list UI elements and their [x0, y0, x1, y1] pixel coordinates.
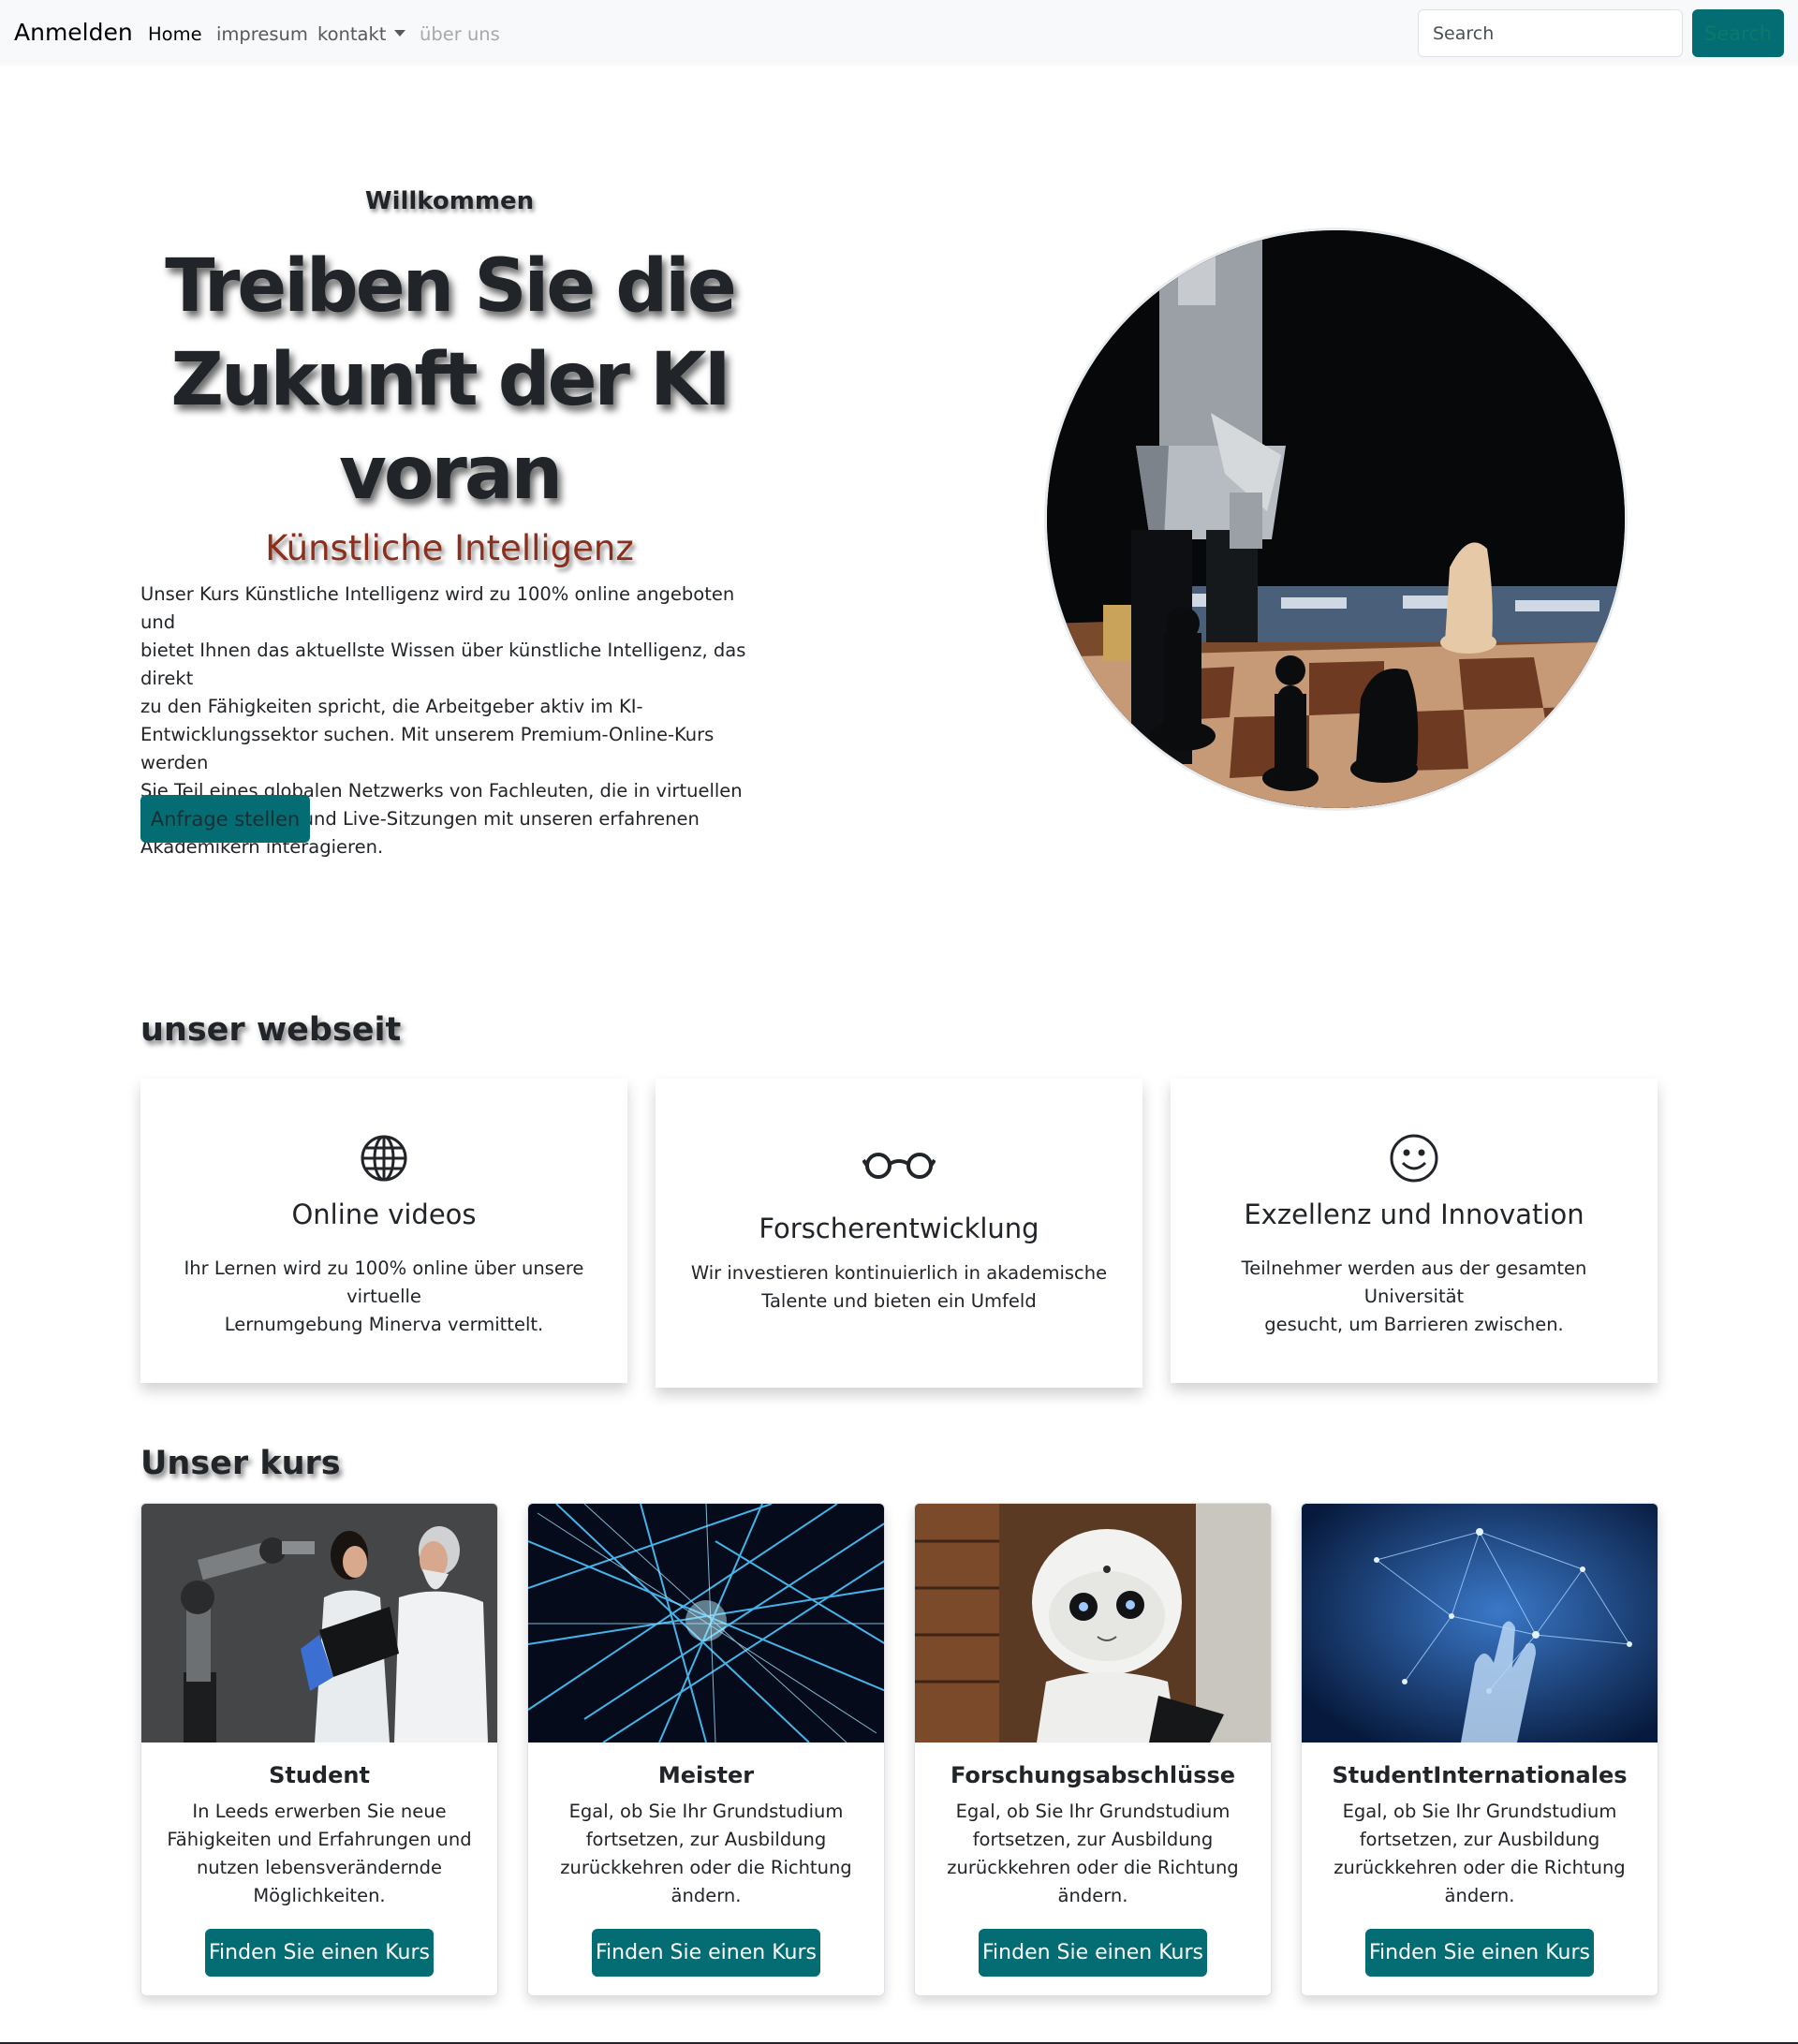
find-course-button[interactable]: Finden Sie einen Kurs	[979, 1929, 1207, 1977]
navbar: Anmelden Home impresum kontakt über uns …	[0, 0, 1798, 66]
course-image-network-lights	[528, 1504, 884, 1743]
course-text-line: fortsetzen, zur Ausbildung	[1359, 1829, 1600, 1850]
hero-topic: Künstliche Intelligenz	[265, 528, 634, 568]
search-button[interactable]: Search	[1692, 9, 1784, 57]
feature-text-line: Wir investieren kontinuierlich in akadem…	[690, 1262, 1108, 1284]
hero-robot-chess-image	[1044, 228, 1628, 811]
feature-text: Teilnehmer werden aus der gesamten Unive…	[1189, 1255, 1639, 1339]
feature-title: Forscherentwicklung	[759, 1213, 1039, 1244]
hero-title-line: voran	[338, 432, 563, 516]
course-text: Egal, ob Sie Ihr Grundstudium fortsetzen…	[549, 1798, 863, 1910]
nav-kontakt-label: kontakt	[317, 23, 387, 45]
feature-text-line: Lernumgebung Minerva vermittelt.	[224, 1314, 544, 1335]
inquiry-button[interactable]: Anfrage stellen	[140, 795, 310, 843]
feature-card: Forscherentwicklung Wir investieren kont…	[656, 1079, 1142, 1388]
nav-about-link[interactable]: über uns	[420, 23, 500, 45]
hero-text-line: Entwicklungssektor suchen. Mit unserem P…	[140, 724, 715, 773]
course-text: In Leeds erwerben Sie neue Fähigkeiten u…	[162, 1798, 477, 1910]
smiley-icon	[1390, 1134, 1438, 1183]
course-text: Egal, ob Sie Ihr Grundstudium fortsetzen…	[1322, 1798, 1637, 1910]
course-card: Student In Leeds erwerben Sie neue Fähig…	[140, 1503, 498, 1996]
hero-title: Treiben Sie die Zukunft der KI voran	[140, 240, 759, 521]
hero-title-line: Treiben Sie die	[165, 244, 737, 329]
feature-text-line: gesucht, um Barrieren zwischen.	[1264, 1314, 1564, 1335]
courses-section-title: Unser kurs	[140, 1445, 341, 1482]
nav-home-link[interactable]: Home	[148, 23, 202, 45]
feature-card: Online videos Ihr Lernen wird zu 100% on…	[140, 1079, 627, 1383]
hero-text-line: Unser Kurs Künstliche Intelligenz wird z…	[140, 583, 735, 633]
find-course-button[interactable]: Finden Sie einen Kurs	[592, 1929, 820, 1977]
course-text-line: fortsetzen, zur Ausbildung	[972, 1829, 1214, 1850]
feature-text-line: Teilnehmer werden aus der gesamten Unive…	[1241, 1257, 1587, 1307]
course-text: Egal, ob Sie Ihr Grundstudium fortsetzen…	[936, 1798, 1250, 1910]
course-card: Forschungsabschlüsse Egal, ob Sie Ihr Gr…	[914, 1503, 1272, 1996]
course-text-line: nutzen lebensverändernde	[196, 1857, 443, 1878]
find-course-button[interactable]: Finden Sie einen Kurs	[1365, 1929, 1594, 1977]
hero-title-line: Zukunft der KI	[170, 338, 730, 422]
features-section-title: unser webseit	[140, 1011, 402, 1049]
find-course-button[interactable]: Finden Sie einen Kurs	[205, 1929, 434, 1977]
eyeglasses-icon	[862, 1153, 936, 1179]
hero-text-line: zu den Fähigkeiten spricht, die Arbeitge…	[140, 696, 643, 717]
hero-text-line: bietet Ihnen das aktuellste Wissen über …	[140, 640, 746, 689]
feature-card: Exzellenz und Innovation Teilnehmer werd…	[1171, 1079, 1658, 1383]
course-text-line: zurückkehren oder die Richtung	[1334, 1857, 1626, 1878]
course-title: Student	[269, 1762, 370, 1788]
feature-text: Ihr Lernen wird zu 100% online über unse…	[159, 1255, 609, 1339]
course-title: Meister	[657, 1762, 755, 1788]
course-text-line: Egal, ob Sie Ihr Grundstudium	[955, 1801, 1231, 1822]
course-text-line: ändern.	[671, 1885, 742, 1906]
course-text-line: Möglichkeiten.	[253, 1885, 386, 1906]
course-text-line: fortsetzen, zur Ausbildung	[585, 1829, 827, 1850]
feature-title: Online videos	[291, 1198, 477, 1230]
course-text-line: zurückkehren oder die Richtung	[947, 1857, 1239, 1878]
course-card: StudentInternationales Egal, ob Sie Ihr …	[1301, 1503, 1658, 1996]
course-text-line: In Leeds erwerben Sie neue	[192, 1801, 447, 1822]
course-text-line: Egal, ob Sie Ihr Grundstudium	[568, 1801, 844, 1822]
course-image-scientists-robot	[141, 1504, 497, 1743]
course-title: StudentInternationales	[1332, 1762, 1628, 1788]
course-text-line: ändern.	[1444, 1885, 1515, 1906]
course-image-humanoid-robot	[915, 1504, 1271, 1743]
nav-kontakt-dropdown[interactable]: kontakt	[317, 23, 406, 45]
course-text-line: Fähigkeiten und Erfahrungen und	[167, 1829, 472, 1850]
nav-impresum-link[interactable]: impresum	[216, 23, 308, 45]
feature-text: Wir investieren kontinuierlich in akadem…	[674, 1259, 1124, 1316]
course-text-line: Egal, ob Sie Ihr Grundstudium	[1342, 1801, 1617, 1822]
brand-link[interactable]: Anmelden	[14, 19, 133, 46]
course-image-digital-hand	[1302, 1504, 1658, 1743]
feature-text-line: Ihr Lernen wird zu 100% online über unse…	[184, 1257, 584, 1307]
feature-text-line: Talente und bieten ein Umfeld	[761, 1290, 1037, 1312]
course-text-line: ändern.	[1057, 1885, 1128, 1906]
course-title: Forschungsabschlüsse	[950, 1762, 1236, 1788]
globe-icon	[361, 1135, 407, 1182]
hero-subtitle: Willkommen	[364, 187, 535, 215]
search-input[interactable]	[1418, 9, 1683, 57]
course-card: Meister Egal, ob Sie Ihr Grundstudium fo…	[527, 1503, 885, 1996]
feature-title: Exzellenz und Innovation	[1244, 1198, 1584, 1230]
chevron-down-icon	[394, 30, 406, 37]
course-text-line: zurückkehren oder die Richtung	[560, 1857, 852, 1878]
